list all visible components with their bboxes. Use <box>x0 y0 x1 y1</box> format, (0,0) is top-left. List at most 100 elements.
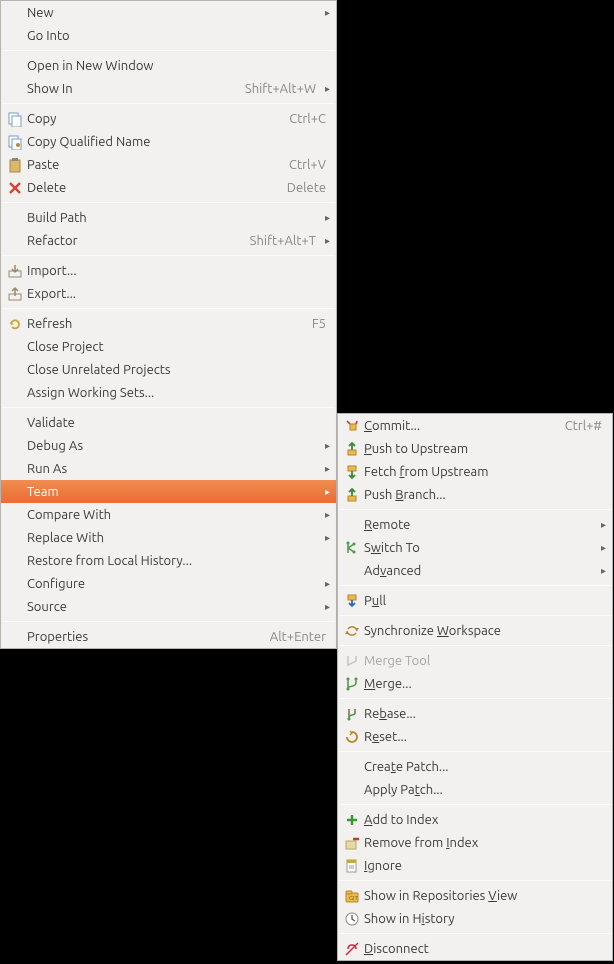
main-item-refresh[interactable]: RefreshF5 <box>1 312 336 335</box>
icon-empty <box>5 362 25 378</box>
menu-item-label: Synchronize Workspace <box>362 624 606 638</box>
menu-item-label: Close Project <box>25 340 330 354</box>
menu-item-label: Remote <box>362 518 596 532</box>
main-item-assign-ws[interactable]: Assign Working Sets... <box>1 381 336 404</box>
fetch-icon <box>342 464 362 480</box>
team-item-switch-to[interactable]: Switch To▸ <box>338 536 612 559</box>
main-item-refactor[interactable]: RefactorShift+Alt+T▸ <box>1 229 336 252</box>
menu-item-label: Assign Working Sets... <box>25 386 330 400</box>
menu-item-label: Push Branch... <box>362 488 606 502</box>
menu-separator <box>339 615 611 616</box>
context-menu-main: New▸Go IntoOpen in New WindowShow InShif… <box>0 0 337 649</box>
team-item-advanced[interactable]: Advanced▸ <box>338 559 612 582</box>
main-item-close-unrelated[interactable]: Close Unrelated Projects <box>1 358 336 381</box>
menu-item-label: New <box>25 6 320 20</box>
team-item-add-index[interactable]: Add to Index <box>338 808 612 831</box>
main-item-run-as[interactable]: Run As▸ <box>1 457 336 480</box>
main-item-copy[interactable]: CopyCtrl+C <box>1 107 336 130</box>
main-item-configure[interactable]: Configure▸ <box>1 572 336 595</box>
icon-empty <box>5 599 25 615</box>
team-item-push-branch[interactable]: Push Branch... <box>338 483 612 506</box>
icon-empty <box>5 81 25 97</box>
team-item-remove-index[interactable]: Remove from Index <box>338 831 612 854</box>
main-item-import[interactable]: Import... <box>1 259 336 282</box>
menu-item-shortcut: F5 <box>312 317 330 331</box>
main-item-source[interactable]: Source▸ <box>1 595 336 618</box>
team-item-fetch-upstream[interactable]: Fetch from Upstream <box>338 460 612 483</box>
main-item-properties[interactable]: PropertiesAlt+Enter <box>1 625 336 648</box>
team-item-rebase[interactable]: Rebase... <box>338 702 612 725</box>
team-item-reset[interactable]: Reset... <box>338 725 612 748</box>
menu-item-label: Configure <box>25 577 320 591</box>
merge-icon <box>342 676 362 692</box>
menu-separator <box>2 255 335 256</box>
submenu-arrow-icon: ▸ <box>596 542 606 554</box>
icon-empty <box>5 438 25 454</box>
main-item-build-path[interactable]: Build Path▸ <box>1 206 336 229</box>
icon-empty <box>5 530 25 546</box>
team-item-ignore[interactable]: Ignore <box>338 854 612 877</box>
main-item-close-project[interactable]: Close Project <box>1 335 336 358</box>
team-item-create-patch[interactable]: Create Patch... <box>338 755 612 778</box>
menu-item-shortcut: Delete <box>287 181 330 195</box>
icon-empty <box>5 576 25 592</box>
menu-item-label: Import... <box>25 264 330 278</box>
main-item-go-into[interactable]: Go Into <box>1 24 336 47</box>
icon-empty <box>342 517 362 533</box>
main-item-open-new-window[interactable]: Open in New Window <box>1 54 336 77</box>
menu-separator <box>339 880 611 881</box>
branches-icon <box>342 540 362 556</box>
menu-item-label: Copy <box>25 112 289 126</box>
submenu-arrow-icon: ▸ <box>320 235 330 247</box>
menu-item-label: Switch To <box>362 541 596 555</box>
menu-separator <box>339 698 611 699</box>
rebase-icon <box>342 706 362 722</box>
pull-icon <box>342 593 362 609</box>
icon-empty <box>5 385 25 401</box>
menu-separator <box>339 585 611 586</box>
main-item-new[interactable]: New▸ <box>1 1 336 24</box>
copy-icon <box>5 111 25 127</box>
main-item-copy-qualified[interactable]: Copy Qualified Name <box>1 130 336 153</box>
menu-item-label: Show in Repositories View <box>362 889 606 903</box>
team-item-apply-patch[interactable]: Apply Patch... <box>338 778 612 801</box>
delete-icon <box>5 180 25 196</box>
team-item-disconnect[interactable]: Disconnect <box>338 937 612 960</box>
main-item-show-in[interactable]: Show InShift+Alt+W▸ <box>1 77 336 100</box>
team-item-remote[interactable]: Remote▸ <box>338 513 612 536</box>
main-item-restore-local[interactable]: Restore from Local History... <box>1 549 336 572</box>
menu-item-label: Disconnect <box>362 942 606 956</box>
team-item-push-upstream[interactable]: Push to Upstream <box>338 437 612 460</box>
menu-item-label: Commit... <box>362 419 565 433</box>
team-item-show-repo-view[interactable]: GITShow in Repositories View <box>338 884 612 907</box>
team-item-show-history[interactable]: Show in History <box>338 907 612 930</box>
context-menu-team-submenu: Commit...Ctrl+#Push to UpstreamFetch fro… <box>337 413 613 961</box>
menu-item-label: Export... <box>25 287 330 301</box>
main-item-delete[interactable]: DeleteDelete <box>1 176 336 199</box>
team-item-commit[interactable]: Commit...Ctrl+# <box>338 414 612 437</box>
menu-item-label: Ignore <box>362 859 606 873</box>
submenu-arrow-icon: ▸ <box>320 486 330 498</box>
paste-icon <box>5 157 25 173</box>
menu-item-shortcut: Shift+Alt+W <box>245 82 320 96</box>
main-item-paste[interactable]: PasteCtrl+V <box>1 153 336 176</box>
main-item-validate[interactable]: Validate <box>1 411 336 434</box>
icon-empty <box>342 563 362 579</box>
main-item-team[interactable]: Team▸ <box>1 480 336 503</box>
team-item-merge[interactable]: Merge... <box>338 672 612 695</box>
main-item-replace-with[interactable]: Replace With▸ <box>1 526 336 549</box>
team-item-pull[interactable]: Pull <box>338 589 612 612</box>
menu-separator <box>2 103 335 104</box>
copy-qualified-icon <box>5 134 25 150</box>
menu-item-label: Pull <box>362 594 606 608</box>
menu-item-label: Rebase... <box>362 707 606 721</box>
main-item-debug-as[interactable]: Debug As▸ <box>1 434 336 457</box>
team-item-sync-workspace[interactable]: Synchronize Workspace <box>338 619 612 642</box>
export-icon <box>5 286 25 302</box>
menu-item-label: Show In <box>25 82 245 96</box>
menu-item-label: Reset... <box>362 730 606 744</box>
icon-empty <box>5 415 25 431</box>
menu-item-label: Team <box>25 485 320 499</box>
main-item-compare-with[interactable]: Compare With▸ <box>1 503 336 526</box>
main-item-export[interactable]: Export... <box>1 282 336 305</box>
